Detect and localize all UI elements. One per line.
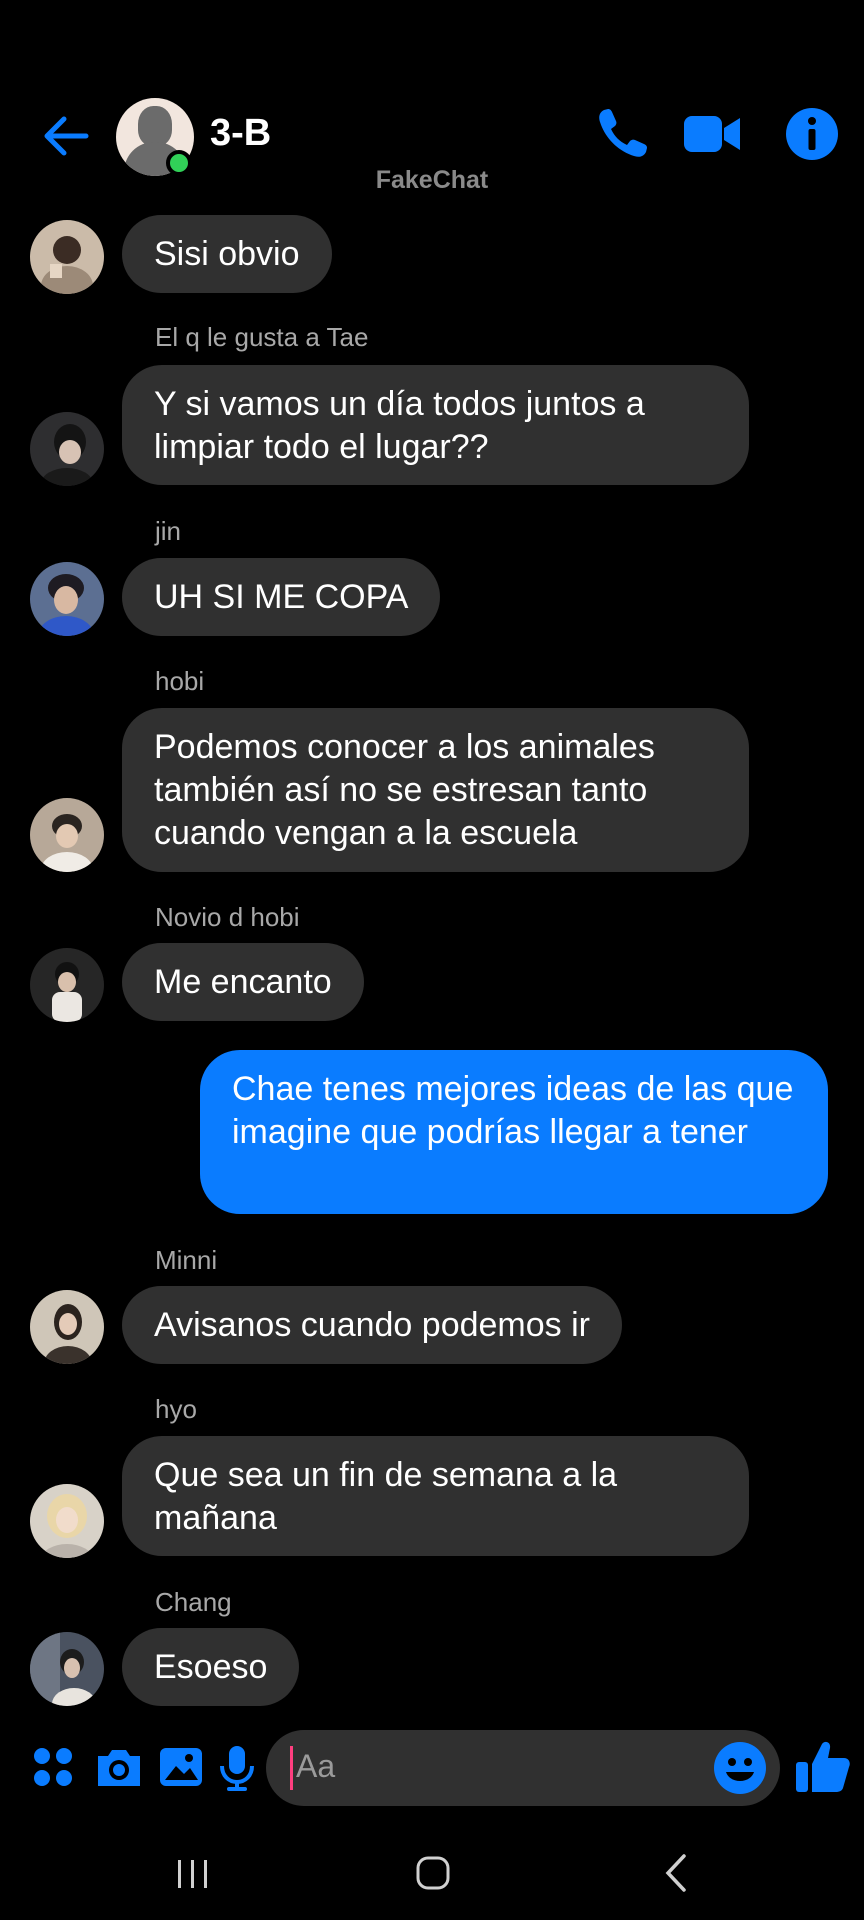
recents-icon[interactable]	[168, 1848, 218, 1898]
sender-name: jin	[155, 516, 182, 546]
system-navigation-bar	[0, 1830, 864, 1920]
back-icon[interactable]	[652, 1848, 702, 1898]
info-icon[interactable]	[782, 104, 842, 164]
sender-name: El q le gusta a Tae	[155, 322, 369, 352]
message-input[interactable]: Aa	[266, 1730, 780, 1806]
my-message-bubble: Chae tenes mejores ideas de las que imag…	[200, 1050, 828, 1214]
avatar[interactable]	[30, 412, 104, 486]
watermark: FakeChat	[375, 166, 489, 194]
message-bubble: Sisi obvio	[122, 215, 332, 293]
chat-title[interactable]: 3-B	[210, 112, 271, 155]
sender-name: hyo	[155, 1394, 197, 1424]
video-icon[interactable]	[682, 104, 742, 164]
mic-icon[interactable]	[212, 1742, 262, 1792]
gallery-icon[interactable]	[156, 1742, 206, 1792]
chat-header: 3-B FakeChat	[0, 90, 864, 200]
thumbs-up-icon[interactable]	[794, 1738, 852, 1796]
avatar[interactable]	[30, 798, 104, 872]
message-bubble: Podemos conocer a los animales también a…	[122, 708, 749, 872]
message-bubble: UH SI ME COPA	[122, 558, 441, 636]
message-bubble: Y si vamos un día todos juntos a limpiar…	[122, 365, 749, 485]
avatar[interactable]	[30, 1290, 104, 1364]
message-bubble: Avisanos cuando podemos ir	[122, 1286, 622, 1364]
sender-name: Chang	[155, 1587, 232, 1617]
text-caret	[290, 1746, 293, 1790]
camera-icon[interactable]	[94, 1742, 144, 1792]
avatar[interactable]	[30, 1632, 104, 1706]
sender-name: Novio d hobi	[155, 902, 300, 932]
apps-icon[interactable]	[28, 1742, 78, 1792]
back-arrow-icon[interactable]	[40, 110, 92, 162]
avatar[interactable]	[30, 220, 104, 294]
avatar[interactable]	[30, 1484, 104, 1558]
avatar[interactable]	[30, 562, 104, 636]
message-bubble: Que sea un fin de semana a la mañana	[122, 1436, 749, 1556]
emoji-icon[interactable]	[712, 1740, 768, 1796]
avatar[interactable]	[30, 948, 104, 1022]
message-composer: Aa	[0, 1730, 864, 1820]
sender-name: Minni	[155, 1245, 218, 1275]
home-icon[interactable]	[408, 1848, 458, 1898]
sender-name: hobi	[155, 666, 205, 696]
message-bubble: Esoeso	[122, 1628, 300, 1706]
phone-icon[interactable]	[592, 104, 652, 164]
input-placeholder: Aa	[296, 1748, 336, 1784]
message-bubble: Me encanto	[122, 943, 364, 1021]
